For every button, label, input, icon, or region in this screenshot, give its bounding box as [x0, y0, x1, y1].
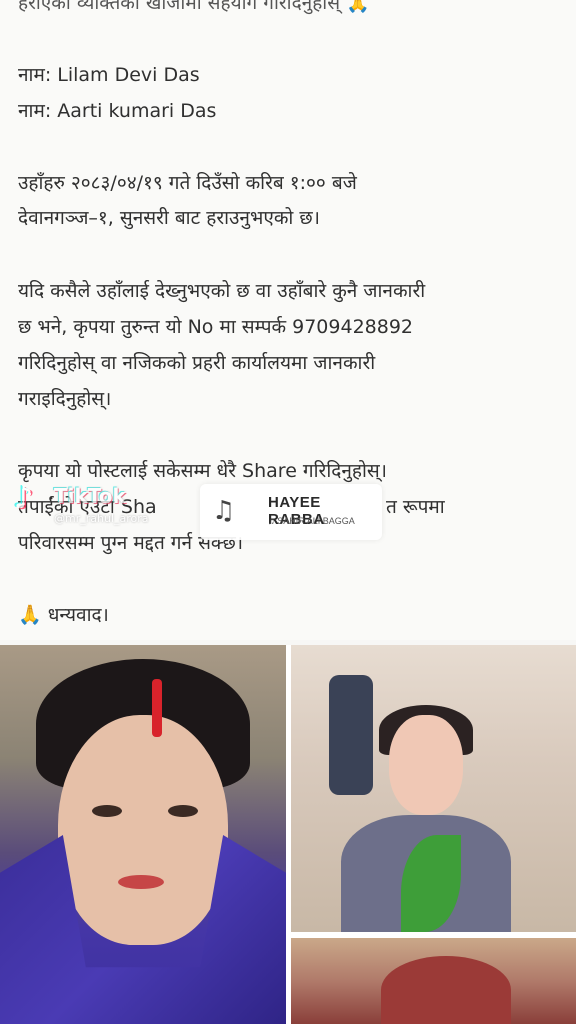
tiktok-name: TikTok	[54, 484, 126, 508]
tiktok-logo-icon: ♪	[14, 481, 34, 516]
photo-woman-eye-left	[92, 805, 122, 817]
music-artist: ♫ SAHIR ALI BAGGA	[268, 516, 355, 526]
photo-woman-eye-right	[168, 805, 198, 817]
thanks-line: 🙏 धन्यवाद।	[18, 604, 109, 626]
music-note-icon: ♫	[212, 496, 236, 526]
contact-line-3: गरिदिनुहोस् वा नजिकको प्रहरी कार्यालयमा …	[18, 352, 376, 374]
photo-girl-bag	[329, 675, 373, 795]
photo-third[interactable]	[291, 938, 576, 1024]
tiktok-watermark: ♪ TikTok @mr_rahul_arora	[14, 478, 154, 528]
post-header-line: हराएको व्यक्तिको खोजीमा सहयोग गरिदिनुहोस…	[18, 0, 370, 14]
name-line-2: नाम: Aarti kumari Das	[18, 100, 217, 122]
name-line-1: नाम: Lilam Devi Das	[18, 64, 200, 86]
contact-line-1: यदि कसैले उहाँलाई देख्नुभएको छ वा उहाँबा…	[18, 280, 426, 302]
post-text-area: हराएको व्यक्तिको खोजीमा सहयोग गरिदिनुहोस…	[0, 0, 576, 640]
share-line-2b: त रूपमा	[386, 496, 445, 518]
missing-location-line: देवानगञ्ज–१, सुनसरी बाट हराउनुभएको छ।	[18, 207, 320, 229]
photo-third-figure	[381, 956, 511, 1024]
photo-woman-face	[58, 715, 228, 945]
photo-girl-face	[389, 715, 463, 815]
photo-grid	[0, 645, 576, 1024]
photo-girl[interactable]	[291, 645, 576, 932]
photo-woman-lips	[118, 875, 164, 889]
music-sticker[interactable]: ♫ HAYEE RABBA ♫ SAHIR ALI BAGGA	[200, 484, 382, 540]
missing-date-line: उहाँहरु २०८३/०४/१९ गते दिउँसो करिब १:०० …	[18, 172, 357, 194]
photo-woman-sindoor	[152, 679, 162, 737]
contact-line-2: छ भने, कृपया तुरुन्त यो No मा सम्पर्क 97…	[18, 316, 414, 338]
photo-woman[interactable]	[0, 645, 286, 1024]
tiktok-handle: @mr_rahul_arora	[54, 512, 149, 525]
contact-line-4: गराइदिनुहोस्।	[18, 388, 112, 410]
